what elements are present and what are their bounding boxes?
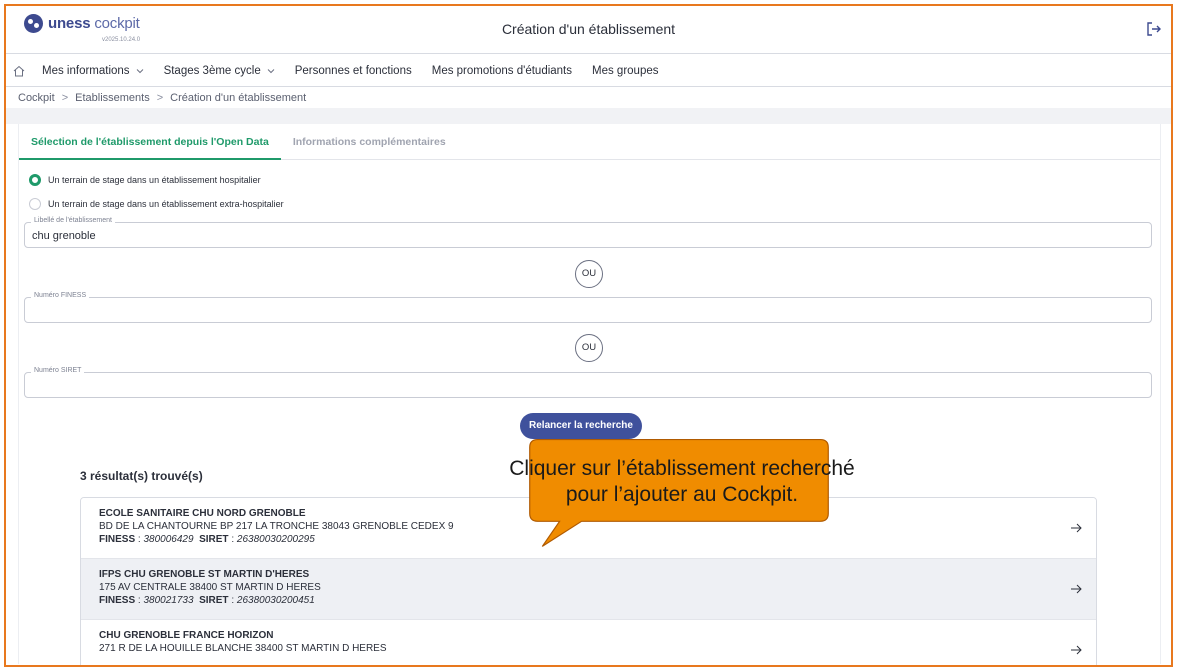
- nav-item-personnes[interactable]: Personnes et fonctions: [295, 65, 412, 77]
- finess-field[interactable]: Numéro FINESS: [24, 292, 1152, 323]
- result-name: ECOLE SANITAIRE CHU NORD GRENOBLE: [99, 508, 306, 519]
- nav-item-groupes[interactable]: Mes groupes: [592, 65, 658, 77]
- breadcrumb-cockpit[interactable]: Cockpit: [18, 92, 55, 104]
- radio-hospitalier[interactable]: Un terrain de stage dans un établissemen…: [29, 174, 261, 186]
- page-title: Création d'un établissement: [501, 21, 676, 37]
- breadcrumb-separator: >: [61, 92, 69, 104]
- nav-item-mes-informations[interactable]: Mes informations: [42, 65, 144, 77]
- radio-extra-hospitalier[interactable]: Un terrain de stage dans un établissemen…: [29, 198, 284, 210]
- siret-field[interactable]: Numéro SIRET: [24, 367, 1152, 398]
- logout-icon[interactable]: [1145, 20, 1163, 38]
- callout-text: Cliquer sur l’établissement recherché po…: [509, 457, 855, 506]
- list-item[interactable]: IFPS CHU GRENOBLE ST MARTIN D'HERES 175 …: [81, 559, 1096, 620]
- libelle-label: Libellé de l'établissement: [31, 217, 115, 224]
- siret-label: Numéro SIRET: [31, 367, 85, 374]
- result-ids: FINESS : 380021733 SIRET : 2638003020045…: [99, 595, 315, 606]
- breadcrumb-current: Création d'un établissement: [170, 92, 307, 104]
- breadcrumb: Cockpit > Etablissements > Création d'un…: [18, 92, 306, 104]
- relancer-recherche-button[interactable]: Relancer la recherche: [520, 413, 642, 439]
- libelle-value: chu grenoble: [32, 230, 96, 242]
- chevron-down-icon: [136, 68, 143, 73]
- screenshot-frame: uness cockpit v2025.10.24.0 Création d'u…: [4, 4, 1173, 667]
- main-nav: Mes informations Stages 3ème cycle Perso…: [6, 55, 1171, 87]
- or-divider: OU: [575, 260, 603, 288]
- nav-item-promotions[interactable]: Mes promotions d'étudiants: [432, 65, 572, 77]
- finess-label: Numéro FINESS: [31, 292, 90, 299]
- list-item[interactable]: CHU GRENOBLE FRANCE HORIZON 271 R DE LA …: [81, 620, 1096, 665]
- result-address: 271 R DE LA HOUILLE BLANCHE 38400 ST MAR…: [99, 643, 387, 654]
- result-name: CHU GRENOBLE FRANCE HORIZON: [99, 630, 274, 641]
- chevron-down-icon: [267, 68, 275, 73]
- radio-button[interactable]: [29, 198, 41, 210]
- home-icon[interactable]: [12, 64, 26, 78]
- page-band: [6, 108, 1171, 124]
- or-divider: OU: [575, 334, 603, 362]
- result-address: 175 AV CENTRALE 38400 ST MARTIN D HERES: [99, 582, 321, 593]
- result-address: BD DE LA CHANTOURNE BP 217 LA TRONCHE 38…: [99, 521, 454, 532]
- nav-item-stages[interactable]: Stages 3ème cycle: [164, 65, 275, 77]
- libelle-field[interactable]: Libellé de l'établissement chu grenoble: [24, 217, 1152, 248]
- arrow-right-icon[interactable]: [1070, 522, 1082, 534]
- result-name: IFPS CHU GRENOBLE ST MARTIN D'HERES: [99, 569, 310, 580]
- tab-informations-complementaires[interactable]: Informations complémentaires: [281, 124, 458, 160]
- results-count: 3 résultat(s) trouvé(s): [80, 469, 203, 483]
- top-bar: uness cockpit v2025.10.24.0 Création d'u…: [6, 6, 1171, 54]
- arrow-right-icon[interactable]: [1070, 583, 1082, 595]
- creation-card: Sélection de l'établissement depuis l'Op…: [18, 124, 1161, 665]
- result-ids: FINESS : 380006429 SIRET : 2638003020029…: [99, 534, 315, 545]
- breadcrumb-separator: >: [156, 92, 164, 104]
- tab-open-data[interactable]: Sélection de l'établissement depuis l'Op…: [19, 124, 281, 160]
- app-version: v2025.10.24.0: [102, 37, 141, 43]
- tabs: Sélection de l'établissement depuis l'Op…: [19, 124, 1160, 160]
- radio-button-checked[interactable]: [29, 174, 41, 186]
- arrow-right-icon[interactable]: [1070, 644, 1082, 656]
- breadcrumb-etablissements[interactable]: Etablissements: [75, 92, 150, 104]
